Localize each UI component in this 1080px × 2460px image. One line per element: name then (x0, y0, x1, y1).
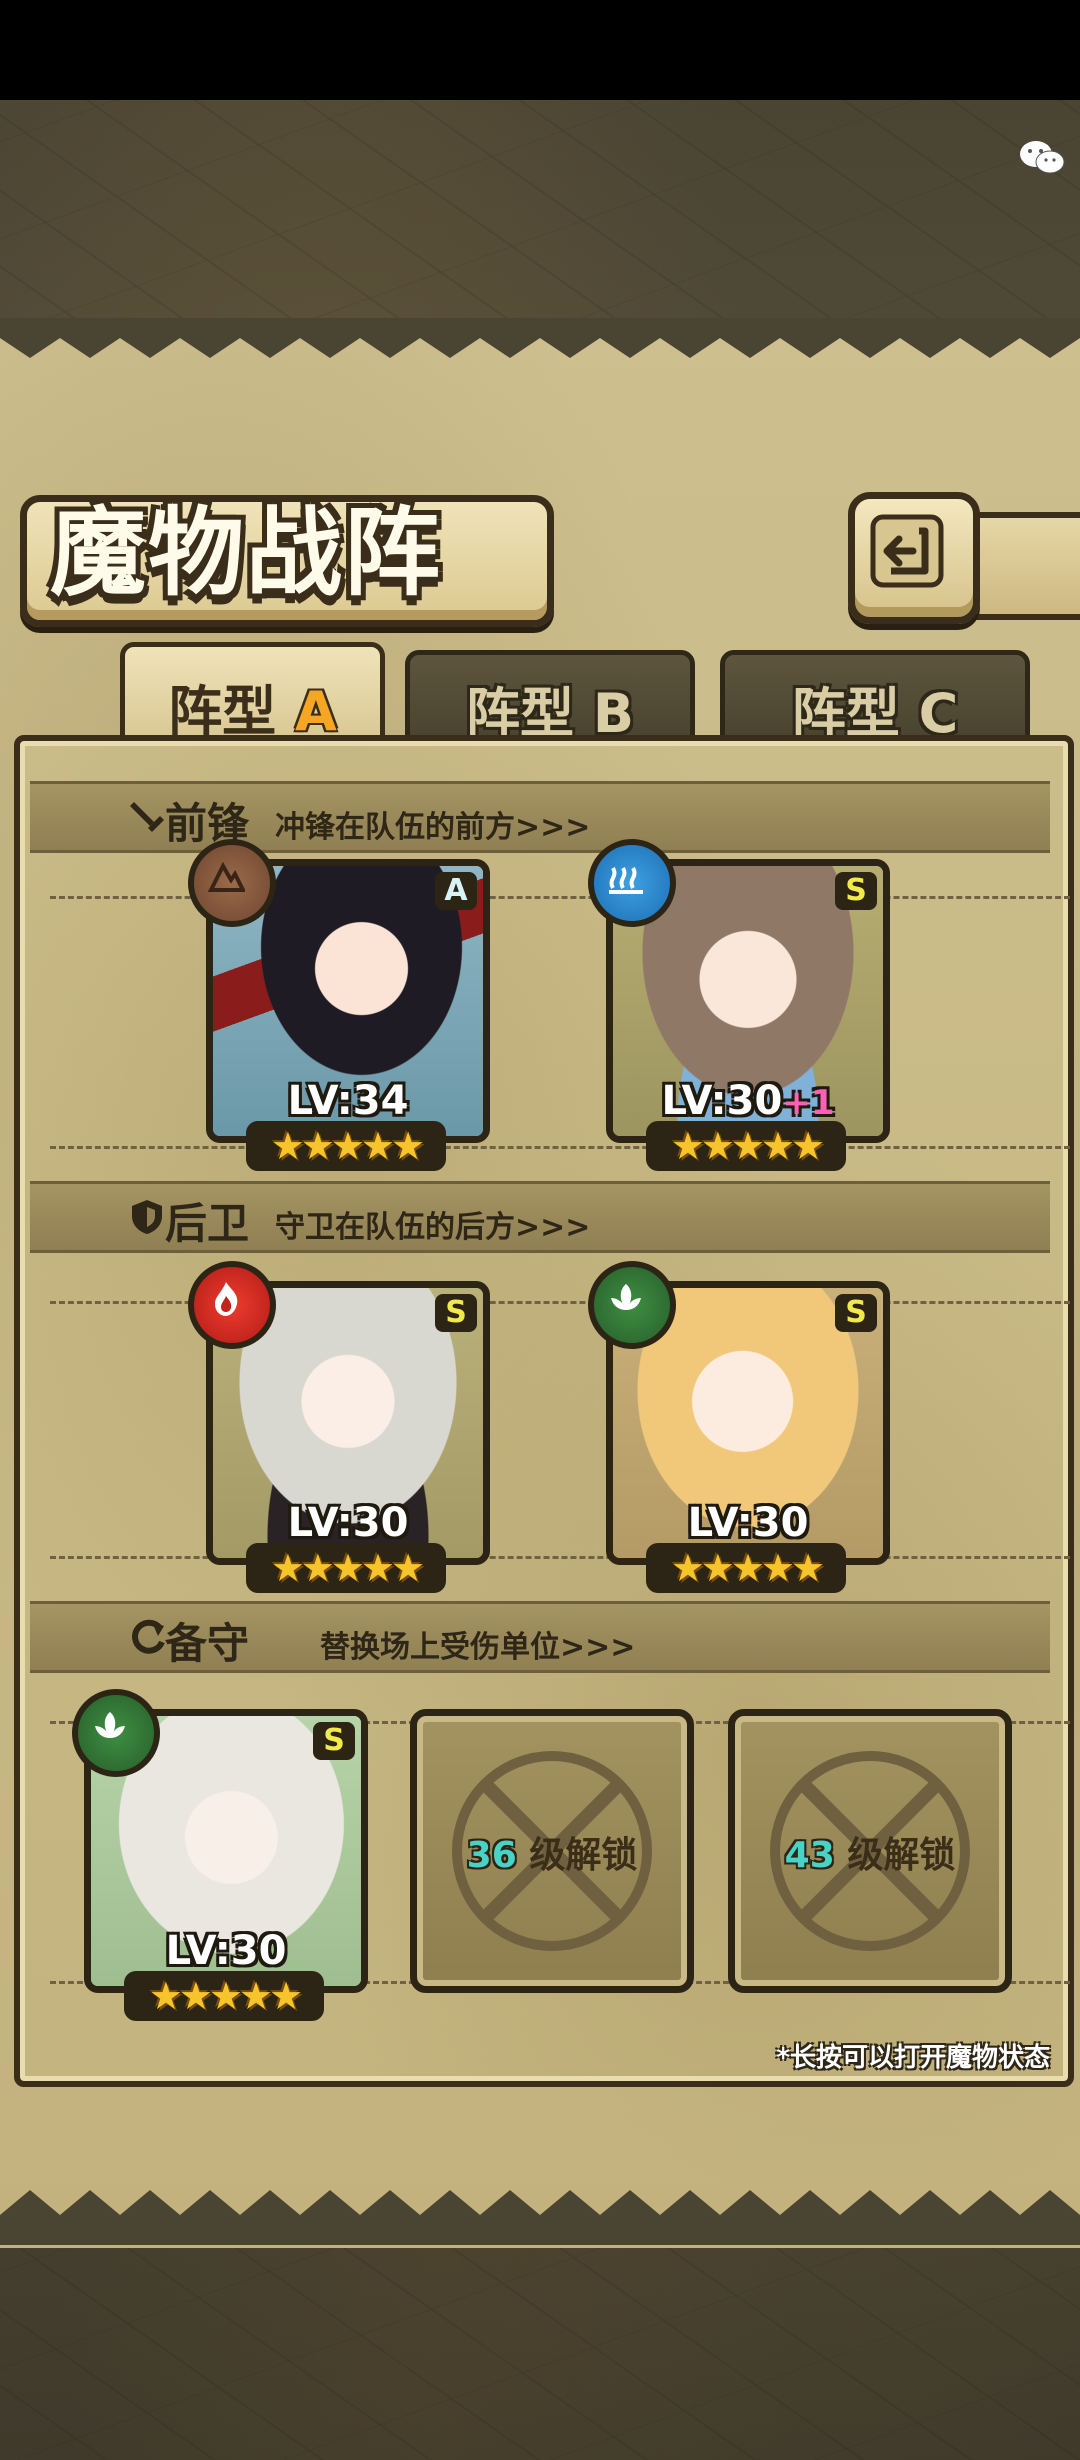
panel-top-edge (0, 318, 1080, 358)
formation-content: 前锋 冲锋在队伍的前方>>> A LV:34 ★★★★★ S LV:30+1 ★… (14, 735, 1074, 2087)
tab-formation-c[interactable]: 阵型 C (720, 650, 1030, 746)
tab-formation-b[interactable]: 阵型 B (405, 650, 695, 746)
section-reserve: 备守 替换场上受伤单位>>> (30, 1601, 1050, 1673)
star-rating: ★★★★★ (246, 1121, 446, 1171)
wechat-icon[interactable] (1018, 138, 1066, 178)
panel-bottom-edge (0, 2190, 1080, 2245)
rank-badge: A (435, 872, 477, 910)
locked-slot[interactable]: 36 级解锁 (410, 1709, 694, 1993)
unit-level: LV:30 (165, 1928, 287, 1974)
section-back: 后卫 守卫在队伍的后方>>> (30, 1181, 1050, 1253)
formation-tabs: 阵型 A 阵型 B 阵型 C (20, 642, 1065, 752)
fire-element-icon (188, 1261, 276, 1349)
section-title-back: 后卫 (165, 1199, 250, 1248)
unit-level: LV:30 (287, 1500, 409, 1546)
section-desc-back: 守卫在队伍的后方>>> (275, 1210, 591, 1245)
section-title-reserve: 备守 (165, 1619, 250, 1668)
rank-badge: S (435, 1294, 477, 1332)
star-rating: ★★★★★ (124, 1971, 324, 2021)
back-button[interactable] (848, 492, 980, 624)
unit-level: LV:30 (687, 1500, 809, 1546)
sword-icon (130, 802, 164, 832)
star-rating: ★★★★★ (246, 1543, 446, 1593)
unlock-requirement: 36 级解锁 (466, 1835, 638, 1876)
water-element-icon (588, 839, 676, 927)
star-rating: ★★★★★ (646, 1543, 846, 1593)
section-desc-front: 冲锋在队伍的前方>>> (275, 810, 591, 845)
earth-element-icon (188, 839, 276, 927)
leaf-element-icon (72, 1689, 160, 1777)
rank-badge: S (835, 872, 877, 910)
long-press-hint: *长按可以打开魔物状态 (776, 2043, 1050, 2073)
locked-slot[interactable]: 43 级解锁 (728, 1709, 1012, 1993)
rank-badge: S (835, 1294, 877, 1332)
status-bar (0, 0, 1080, 100)
section-desc-reserve: 替换场上受伤单位>>> (320, 1630, 636, 1665)
refresh-icon (132, 1619, 165, 1654)
unit-level: LV:34 (287, 1078, 409, 1124)
shield-icon (132, 1200, 162, 1234)
back-arrow-icon (870, 514, 944, 588)
section-front: 前锋 冲锋在队伍的前方>>> (30, 781, 1050, 853)
page-title: 魔物战阵 (50, 496, 442, 609)
rank-badge: S (313, 1722, 355, 1760)
leaf-element-icon (588, 1261, 676, 1349)
unit-level: LV:30+1 (661, 1078, 835, 1124)
unlock-requirement: 43 级解锁 (784, 1835, 956, 1876)
star-rating: ★★★★★ (646, 1121, 846, 1171)
